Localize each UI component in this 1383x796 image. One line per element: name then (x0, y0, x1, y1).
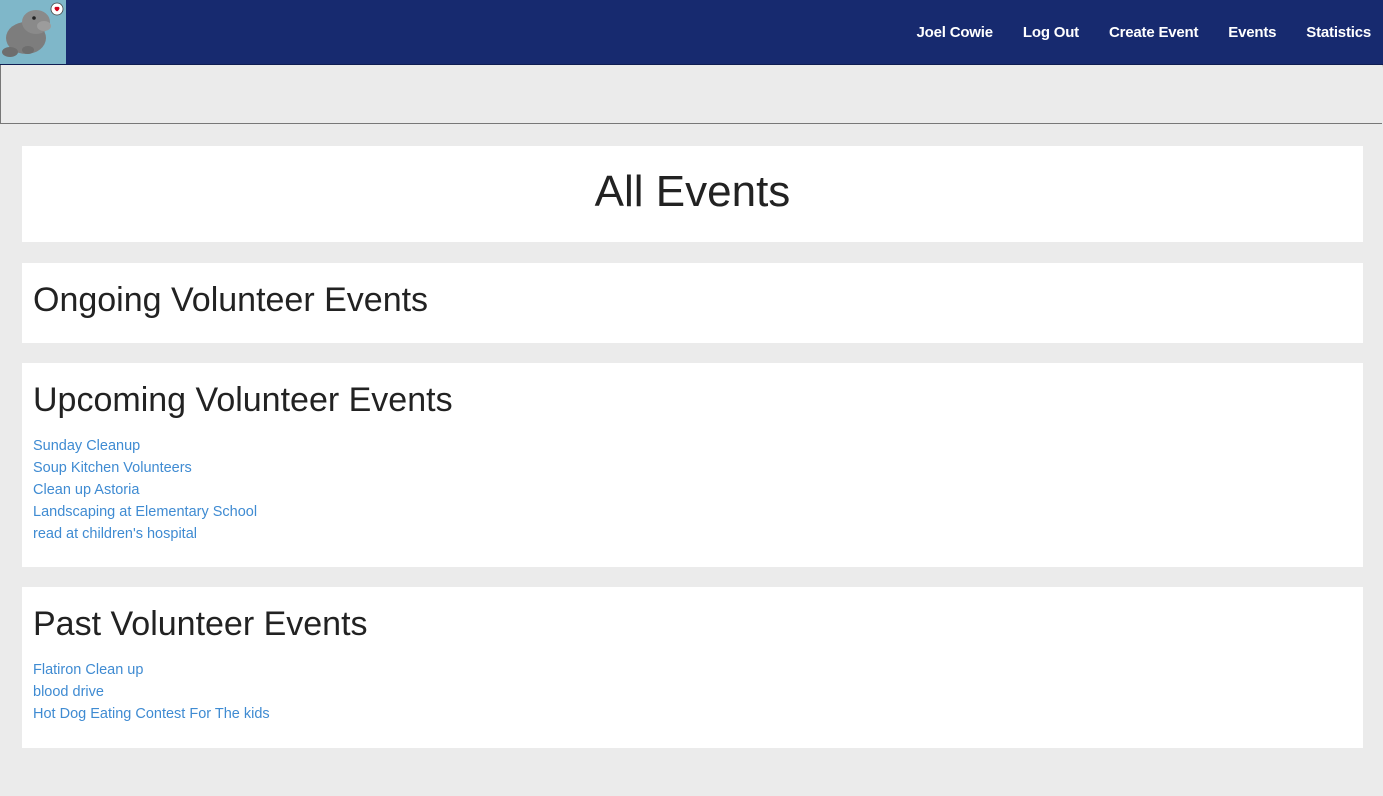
nav-events[interactable]: Events (1228, 24, 1276, 41)
list-item: Landscaping at Elementary School (33, 501, 1363, 523)
past-events-list: Flatiron Clean up blood drive Hot Dog Ea… (22, 642, 1363, 725)
nav-create-event[interactable]: Create Event (1109, 24, 1199, 41)
ongoing-events-heading: Ongoing Volunteer Events (33, 281, 429, 319)
manatee-logo-svg (0, 0, 66, 64)
nav-user-name[interactable]: Joel Cowie (917, 24, 994, 41)
nav-log-out[interactable]: Log Out (1023, 24, 1079, 41)
event-link[interactable]: blood drive (33, 684, 104, 700)
list-item: Soup Kitchen Volunteers (33, 457, 1363, 479)
event-link[interactable]: Clean up Astoria (33, 482, 139, 498)
ongoing-events-section: Ongoing Volunteer Events (22, 263, 1363, 343)
event-link[interactable]: Landscaping at Elementary School (33, 504, 257, 520)
upcoming-events-heading: Upcoming Volunteer Events (33, 381, 453, 419)
event-link[interactable]: Sunday Cleanup (33, 438, 140, 454)
list-item: Flatiron Clean up (33, 659, 1363, 681)
nav-links: Joel Cowie Log Out Create Event Events S… (917, 0, 1383, 64)
list-item: Hot Dog Eating Contest For The kids (33, 703, 1363, 725)
past-events-heading: Past Volunteer Events (33, 605, 368, 643)
list-item: Sunday Cleanup (33, 435, 1363, 457)
list-item: read at children's hospital (33, 523, 1363, 545)
page-title-panel: All Events (22, 146, 1363, 242)
sub-header-bar (0, 65, 1382, 124)
nav-statistics[interactable]: Statistics (1306, 24, 1371, 41)
manatee-logo-icon[interactable] (0, 0, 66, 64)
top-navbar: Joel Cowie Log Out Create Event Events S… (0, 0, 1383, 65)
event-link[interactable]: Soup Kitchen Volunteers (33, 460, 192, 476)
event-link[interactable]: Hot Dog Eating Contest For The kids (33, 706, 270, 722)
list-item: blood drive (33, 681, 1363, 703)
page-title: All Events (594, 167, 791, 216)
upcoming-events-list: Sunday Cleanup Soup Kitchen Volunteers C… (22, 418, 1363, 545)
upcoming-events-section: Upcoming Volunteer Events Sunday Cleanup… (22, 363, 1363, 567)
list-item: Clean up Astoria (33, 479, 1363, 501)
event-link[interactable]: read at children's hospital (33, 526, 197, 542)
past-events-section: Past Volunteer Events Flatiron Clean up … (22, 587, 1363, 748)
event-link[interactable]: Flatiron Clean up (33, 662, 143, 678)
